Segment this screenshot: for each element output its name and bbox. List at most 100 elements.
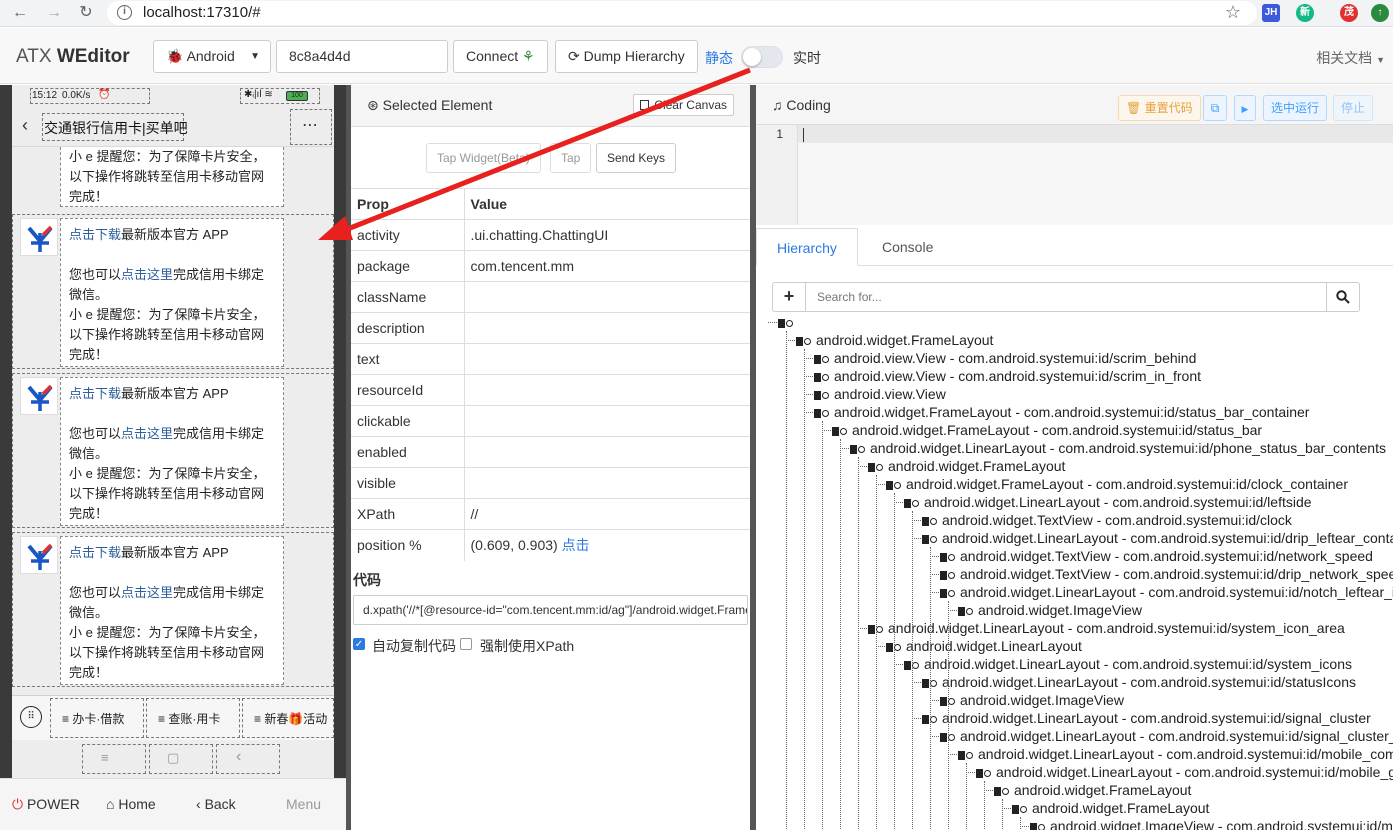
node-toggle-icon[interactable] (922, 517, 929, 526)
reset-code-button[interactable]: 🗑 重置代码 (1118, 95, 1201, 121)
tree-node[interactable]: android.widget.FrameLayout (1012, 799, 1209, 817)
forward-arrow-icon[interactable]: → (44, 3, 64, 23)
back-chevron-icon[interactable]: ‹ (236, 748, 241, 766)
run-selected-button[interactable]: 选中运行 (1263, 95, 1328, 121)
node-toggle-icon[interactable] (886, 643, 893, 652)
auto-copy-checkbox[interactable]: ✓ (353, 638, 365, 650)
tree-node[interactable]: android.widget.FrameLayout (796, 331, 993, 349)
search-input[interactable]: Search for... (817, 290, 882, 304)
tree-node[interactable]: android.widget.ImageView - com.android.s… (1030, 817, 1393, 830)
message-item[interactable]: 点击下载最新版本官方 APP 您也可以点击这里完成信用卡绑定微信。 小 e 提醒… (12, 532, 334, 687)
node-toggle-icon[interactable] (994, 787, 1001, 796)
clear-canvas-button[interactable]: Clear Canvas (633, 94, 734, 116)
node-toggle-icon[interactable] (940, 553, 947, 562)
node-toggle-icon[interactable] (940, 589, 947, 598)
node-toggle-icon[interactable] (832, 427, 839, 436)
node-toggle-icon[interactable] (850, 445, 857, 454)
tree-node[interactable]: android.view.View - com.android.systemui… (814, 349, 1196, 367)
node-toggle-icon[interactable] (814, 409, 821, 418)
tap-button[interactable]: Tap (550, 143, 592, 173)
search-icon[interactable] (1326, 283, 1359, 311)
tap-widget-button[interactable]: Tap Widget(Beta) (426, 143, 541, 173)
recents-icon[interactable]: ≡ (101, 750, 109, 765)
node-toggle-icon[interactable] (1012, 805, 1019, 814)
back-button[interactable]: ‹ Back (196, 796, 236, 812)
position-click-link[interactable]: 点击 (562, 537, 590, 553)
tree-node[interactable]: android.widget.LinearLayout (886, 637, 1082, 655)
menu-button[interactable]: Menu (286, 796, 321, 812)
keyboard-icon[interactable]: ⠿ (20, 706, 42, 728)
dump-hierarchy-button[interactable]: ⟳ Dump Hierarchy (555, 40, 698, 73)
download-link[interactable]: 点击下载 (69, 386, 121, 401)
more-icon[interactable]: ⋯ (302, 115, 319, 135)
node-toggle-icon[interactable] (796, 337, 803, 346)
back-chevron-icon[interactable]: ‹ (22, 115, 28, 136)
bank-logo-avatar[interactable] (20, 218, 58, 256)
bookmark-star-icon[interactable]: ☆ (1225, 2, 1241, 23)
update-icon[interactable]: ↑ (1371, 4, 1389, 22)
node-toggle-icon[interactable] (814, 355, 821, 364)
tree-node[interactable]: android.widget.LinearLayout - com.androi… (922, 709, 1371, 727)
click-here-link[interactable]: 点击这里 (121, 585, 173, 600)
download-link[interactable]: 点击下载 (69, 545, 121, 560)
reload-icon[interactable]: ↻ (76, 3, 96, 23)
node-toggle-icon[interactable] (904, 499, 911, 508)
mode-toggle[interactable] (741, 46, 783, 68)
extension-icon[interactable]: 新 (1296, 4, 1314, 22)
tree-node[interactable]: android.widget.TextView - com.android.sy… (940, 547, 1373, 565)
message-item[interactable]: 点击下载最新版本官方 APP 您也可以点击这里完成信用卡绑定微信。 小 e 提醒… (12, 214, 334, 369)
tree-node[interactable]: android.widget.FrameLayout (868, 457, 1065, 475)
node-toggle-icon[interactable] (904, 661, 911, 670)
plus-icon[interactable]: + (773, 283, 806, 311)
bank-logo-avatar[interactable] (20, 377, 58, 415)
node-toggle-icon[interactable] (886, 481, 893, 490)
tree-node[interactable] (778, 313, 798, 331)
code-field[interactable]: d.xpath('//*[@resource-id="com.tencent.m… (353, 595, 748, 625)
stop-button[interactable]: 停止 (1333, 95, 1374, 121)
node-toggle-icon[interactable] (868, 625, 875, 634)
platform-select[interactable]: 🐞 Android ▼ (153, 40, 271, 73)
node-toggle-icon[interactable] (922, 715, 929, 724)
tree-node[interactable]: android.widget.FrameLayout - com.android… (814, 403, 1309, 421)
tree-node[interactable]: android.widget.LinearLayout - com.androi… (922, 673, 1356, 691)
node-toggle-icon[interactable] (778, 319, 785, 328)
node-toggle-icon[interactable] (814, 373, 821, 382)
docs-dropdown[interactable]: 相关文档 ▼ (1316, 48, 1385, 68)
serial-input[interactable]: 8c8a4d4d (276, 40, 448, 73)
click-here-link[interactable]: 点击这里 (121, 267, 173, 282)
menu-item-bill[interactable]: ≡ 查账·用卡 (158, 710, 220, 727)
node-toggle-icon[interactable] (868, 463, 875, 472)
tree-node[interactable]: android.widget.LinearLayout - com.androi… (904, 655, 1352, 673)
connect-button[interactable]: Connect ⚘ (453, 40, 548, 73)
tree-node[interactable]: android.widget.LinearLayout - com.androi… (958, 745, 1393, 763)
tree-node[interactable]: android.widget.LinearLayout - com.androi… (976, 763, 1393, 781)
jh-extension-icon[interactable]: JH (1262, 4, 1280, 22)
tree-node[interactable]: android.widget.LinearLayout - com.androi… (940, 583, 1393, 601)
message-item[interactable]: 点击下载最新版本官方 APP 您也可以点击这里完成信用卡绑定微信。 小 e 提醒… (12, 373, 334, 528)
bank-logo-avatar[interactable] (20, 536, 58, 574)
address-bar[interactable]: i localhost:17310/# ☆ (107, 1, 1257, 25)
tree-node[interactable]: android.widget.FrameLayout (994, 781, 1191, 799)
device-screen[interactable]: 15:12 0.0K/s ⏰ ✱ᵢ|ıl ≋ 100 ‹ 交通银行信用卡|买单吧… (12, 85, 334, 778)
node-toggle-icon[interactable] (1030, 823, 1037, 830)
home-square-icon[interactable]: ▢ (167, 750, 179, 766)
tree-node[interactable]: android.view.View (814, 385, 946, 403)
code-editor[interactable]: 1 (756, 125, 1393, 225)
node-toggle-icon[interactable] (958, 751, 965, 760)
tree-node[interactable]: android.widget.FrameLayout - com.android… (886, 475, 1348, 493)
download-link[interactable]: 点击下载 (69, 227, 121, 242)
node-toggle-icon[interactable] (814, 391, 821, 400)
tree-node[interactable]: android.widget.TextView - com.android.sy… (940, 565, 1393, 583)
node-toggle-icon[interactable] (940, 571, 947, 580)
menu-item-card-loan[interactable]: ≡ 办卡·借款 (62, 710, 124, 727)
home-button[interactable]: ⌂ Home (106, 796, 156, 812)
node-toggle-icon[interactable] (922, 679, 929, 688)
tree-node[interactable]: android.widget.FrameLayout - com.android… (832, 421, 1262, 439)
node-toggle-icon[interactable] (940, 733, 947, 742)
tree-node[interactable]: android.widget.ImageView (940, 691, 1124, 709)
menu-item-festival[interactable]: ≡ 新春🎁活动 (254, 710, 327, 727)
run-button[interactable]: ▶ (1234, 95, 1256, 121)
tree-node[interactable]: android.widget.LinearLayout - com.androi… (850, 439, 1386, 457)
tab-hierarchy[interactable]: Hierarchy (756, 228, 858, 266)
copy-button[interactable]: ⧉ (1203, 95, 1227, 121)
